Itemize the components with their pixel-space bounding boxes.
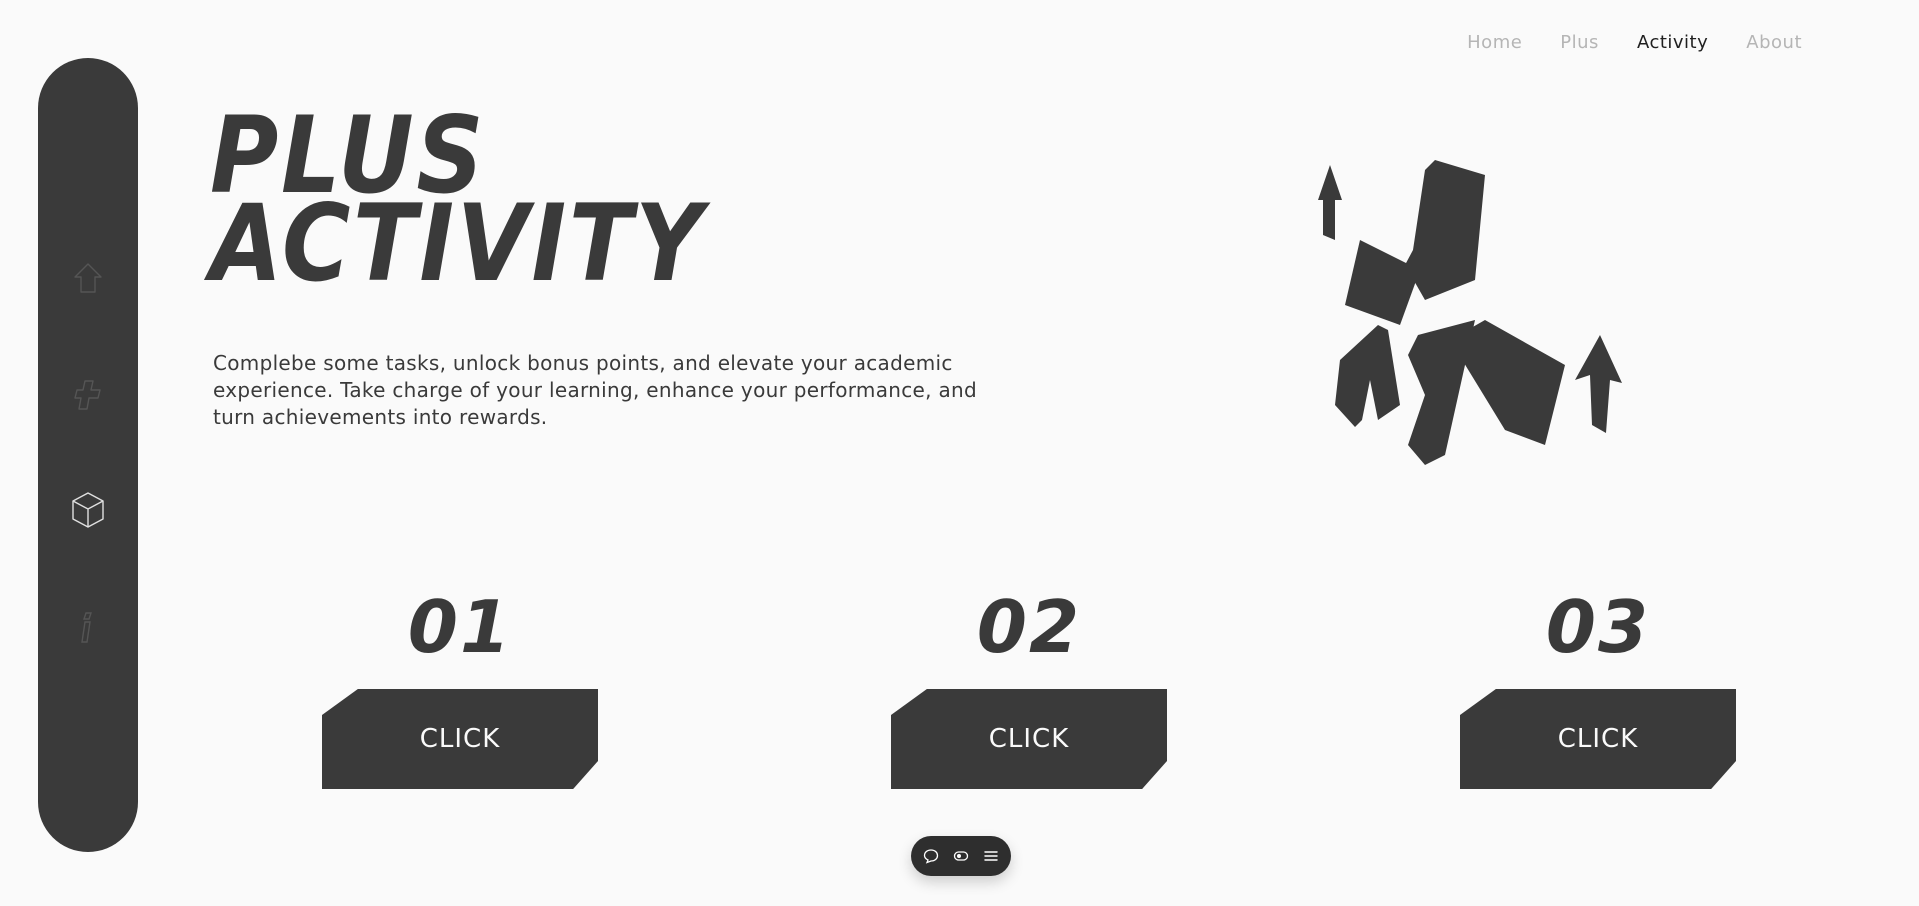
home-icon[interactable] (68, 258, 108, 298)
info-icon[interactable] (68, 608, 108, 648)
nav-item-about[interactable]: About (1746, 32, 1802, 53)
comment-icon[interactable] (922, 847, 940, 865)
cube-icon[interactable] (68, 490, 108, 530)
step-2-click-button[interactable]: CLICK (891, 689, 1167, 789)
nav-item-activity[interactable]: Activity (1637, 32, 1708, 53)
step-number: 01 (407, 585, 513, 669)
step-1-click-button[interactable]: CLICK (322, 689, 598, 789)
step-1: 01 CLICK (322, 590, 598, 790)
top-nav: Home Plus Activity About (1467, 32, 1802, 53)
step-3-click-button[interactable]: CLICK (1460, 689, 1736, 789)
page: Home Plus Activity About PLUS ACTIVITY C… (0, 0, 1919, 906)
page-title: PLUS ACTIVITY (210, 103, 706, 305)
hero-description: Complebe some tasks, unlock bonus points… (213, 351, 977, 429)
menu-icon[interactable] (982, 847, 1000, 865)
title-line-2: ACTIVITY (210, 182, 706, 305)
step-2: 02 CLICK (891, 590, 1167, 790)
nav-item-plus[interactable]: Plus (1560, 32, 1599, 53)
step-number: 02 (976, 585, 1082, 669)
toggle-icon[interactable] (952, 847, 970, 865)
bottom-toolbar (911, 836, 1011, 876)
step-3: 03 CLICK (1460, 590, 1736, 790)
nav-item-home[interactable]: Home (1467, 32, 1522, 53)
step-number: 03 (1545, 585, 1651, 669)
plus-icon[interactable] (68, 375, 108, 415)
sidebar (38, 58, 138, 852)
plus-activity-illustration (1318, 160, 1622, 465)
